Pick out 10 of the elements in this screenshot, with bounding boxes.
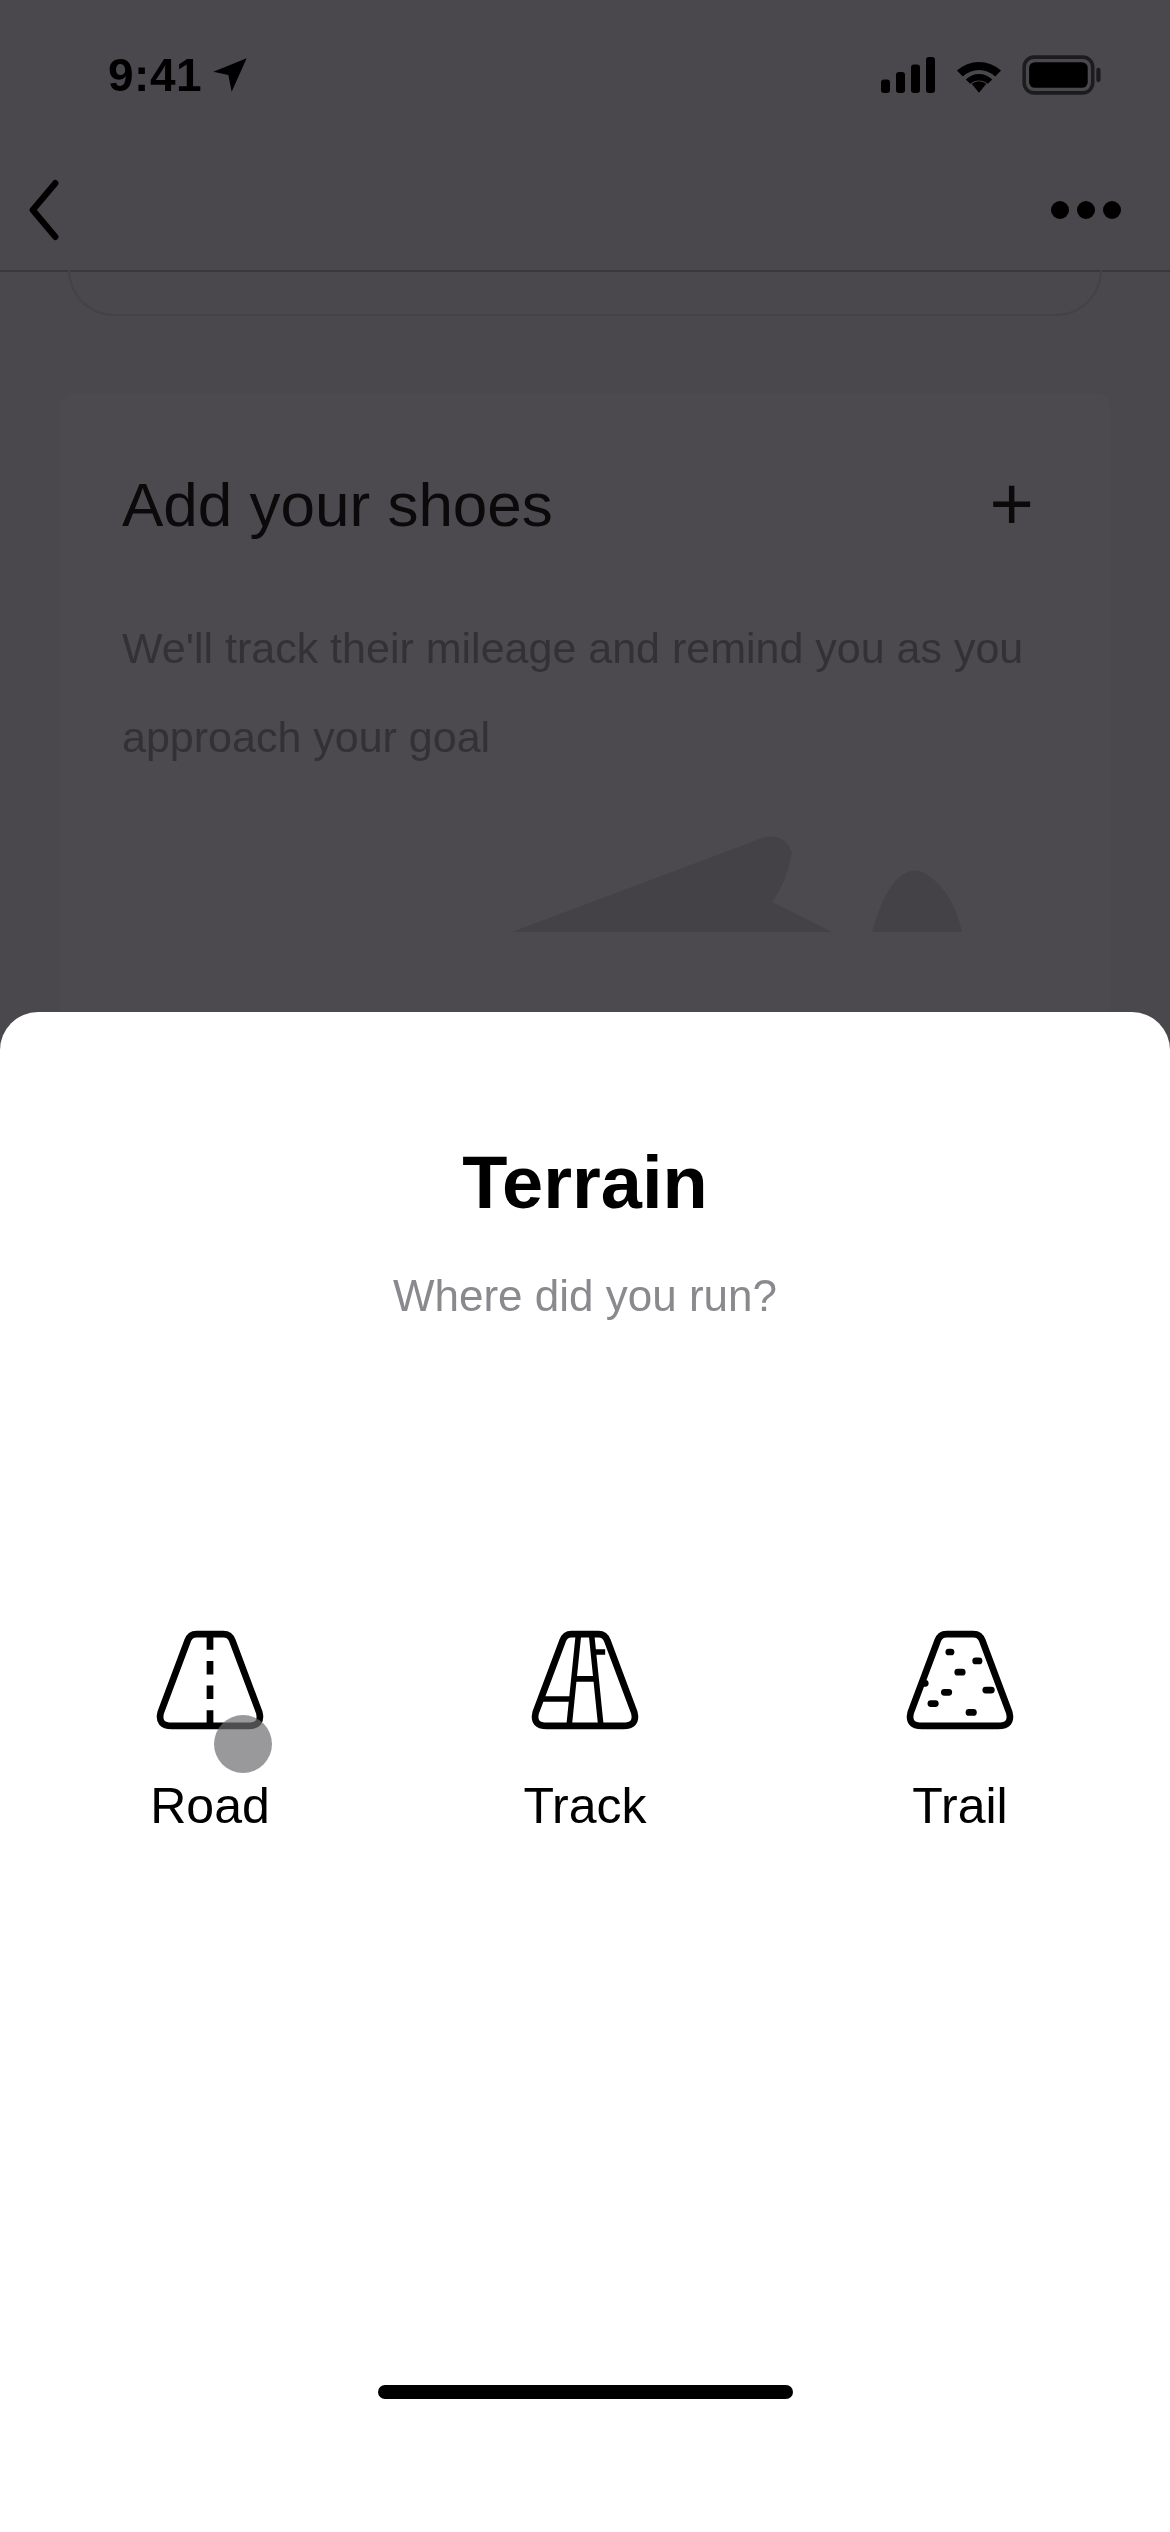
sheet-title: Terrain [462,1140,708,1225]
more-icon[interactable] [1050,199,1122,221]
terrain-option[interactable]: Road [60,1627,360,1835]
battery-icon [1022,55,1102,95]
card-title: Add your shoes [122,468,553,540]
signal-icon [880,57,936,93]
terrain-option[interactable]: Track [435,1627,735,1835]
status-time: 9:41 [108,48,203,102]
terrain-option[interactable]: Trail [810,1627,1110,1835]
sheet-subtitle: Where did you run? [393,1271,777,1321]
